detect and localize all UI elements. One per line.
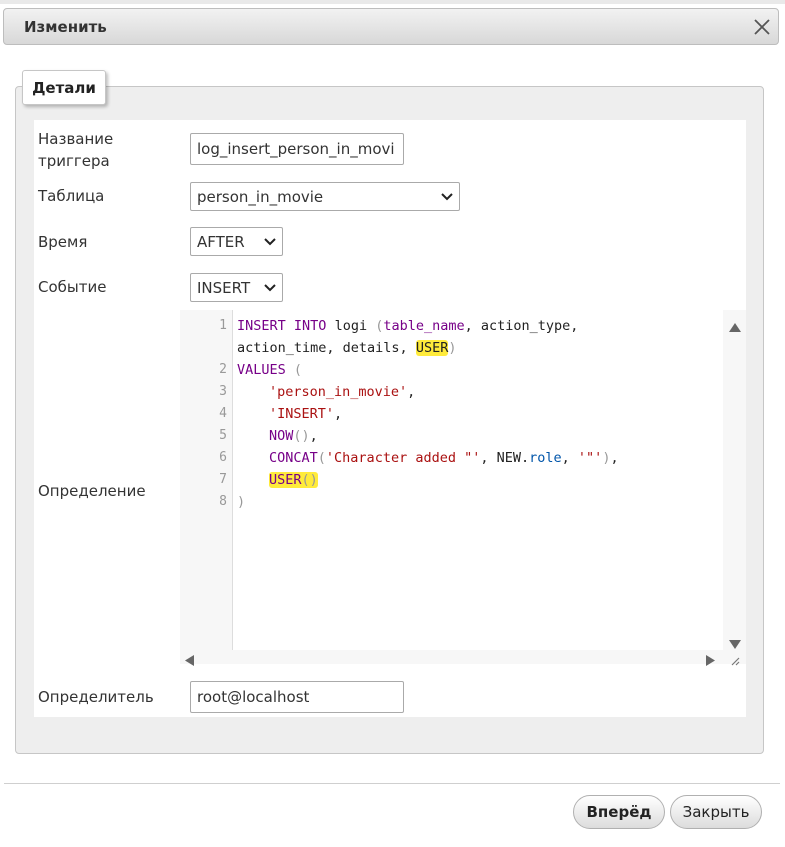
go-button[interactable]: Вперёд	[573, 795, 665, 829]
code-line: CONCAT('Character added "', NEW.role, '"…	[269, 450, 619, 466]
event-select[interactable]: INSERT	[190, 273, 283, 302]
table-label: Таблица	[38, 187, 105, 205]
definer-input[interactable]: root@localhost	[190, 681, 404, 713]
scroll-up-arrow-icon[interactable]	[729, 318, 741, 336]
code-line: VALUES (	[237, 362, 303, 378]
line-number: 5	[219, 428, 227, 443]
line-number: 3	[219, 384, 227, 399]
trigger-name-input[interactable]: log_insert_person_in_movi	[190, 133, 404, 165]
table-select-value: person_in_movie	[197, 187, 324, 206]
close-icon[interactable]	[750, 15, 774, 39]
scroll-left-arrow-icon[interactable]	[185, 652, 194, 670]
chevron-down-icon	[441, 191, 453, 203]
definition-code-editor[interactable]: 1 2 3 4 5 6 7 8 INSERT INTO logi (table_…	[180, 310, 746, 666]
definer-label: Определитель	[38, 688, 154, 706]
line-number: 6	[219, 450, 227, 465]
code-line: 'INSERT',	[269, 406, 343, 422]
footer-divider	[4, 783, 780, 784]
trigger-form: Название триггера log_insert_person_in_m…	[34, 120, 746, 717]
line-number: 1	[219, 318, 227, 333]
table-select[interactable]: person_in_movie	[190, 182, 460, 211]
code-line: NOW(),	[269, 428, 318, 444]
code-line: )	[237, 494, 246, 510]
code-line: 'person_in_movie',	[269, 384, 416, 400]
trigger-name-label: Название триггера	[38, 130, 114, 170]
time-label: Время	[38, 233, 88, 251]
line-number: 8	[219, 494, 227, 509]
chevron-down-icon	[264, 282, 276, 294]
code-line: USER()	[269, 472, 318, 488]
editor-code-area[interactable]: INSERT INTO logi (table_name, action_typ…	[233, 310, 723, 650]
time-select-value: AFTER	[197, 232, 245, 251]
scroll-down-arrow-icon[interactable]	[729, 635, 741, 653]
line-number: 4	[219, 406, 227, 421]
scroll-right-arrow-icon[interactable]	[706, 652, 715, 670]
event-select-value: INSERT	[197, 278, 251, 297]
dialog-title: Изменить	[24, 18, 107, 36]
tab-details[interactable]: Детали	[22, 70, 106, 105]
editor-vertical-scrollbar[interactable]	[724, 310, 746, 650]
resize-grip-icon[interactable]	[730, 652, 740, 670]
editor-horizontal-scrollbar[interactable]	[180, 650, 724, 666]
definition-label: Определение	[38, 482, 146, 500]
line-number: 2	[219, 362, 227, 377]
close-button[interactable]: Закрыть	[670, 795, 762, 829]
dialog-titlebar[interactable]: Изменить	[3, 8, 779, 45]
code-line: INSERT INTO logi (table_name, action_typ…	[237, 318, 579, 334]
time-select[interactable]: AFTER	[190, 227, 283, 256]
line-number: 7	[219, 472, 227, 487]
code-line: action_time, details, USER)	[237, 340, 457, 356]
editor-gutter: 1 2 3 4 5 6 7 8	[180, 310, 233, 650]
chevron-down-icon	[264, 236, 276, 248]
event-label: Событие	[38, 278, 107, 296]
